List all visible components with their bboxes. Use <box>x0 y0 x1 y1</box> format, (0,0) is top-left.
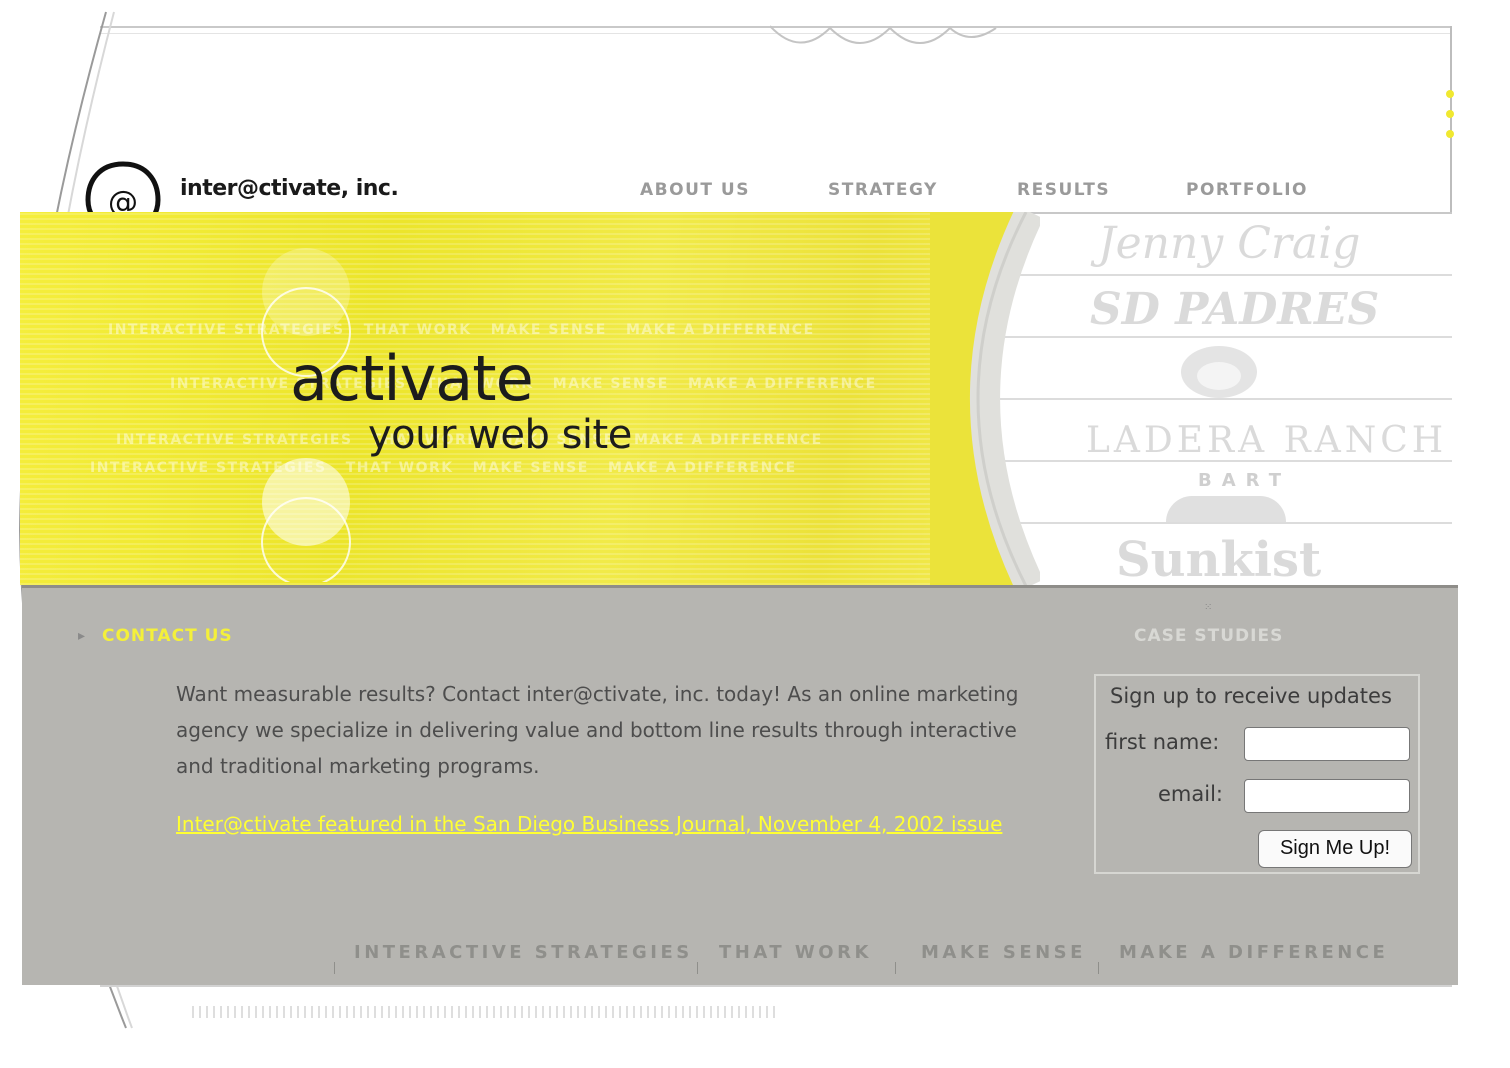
contact-arrow-icon: ▸ <box>78 628 86 644</box>
client-logo-jenny-craig: Jenny Craig <box>1098 218 1361 269</box>
sign-me-up-button[interactable]: Sign Me Up! <box>1258 830 1412 868</box>
contact-body-text: Want measurable results? Contact inter@c… <box>176 682 1019 778</box>
yellow-dots-decoration <box>1446 90 1454 138</box>
nav-strategy[interactable]: STRATEGY <box>828 180 938 200</box>
client-logo-bart: BART <box>1198 470 1291 491</box>
client-row[interactable]: Sunkist <box>990 524 1452 585</box>
hero-headline: activate <box>290 342 534 415</box>
hero-subheadline: your web site <box>368 412 632 458</box>
tagline-make-sense: MAKE SENSE <box>921 942 1086 963</box>
client-logo-ladera-ranch: LADERA RANCH <box>1086 420 1448 461</box>
tagline-separator <box>697 962 698 974</box>
first-name-field[interactable] <box>1244 727 1410 761</box>
hero-banner: INTERACTIVE STRATEGIES THAT WORK MAKE SE… <box>20 212 1030 585</box>
client-logo-emblem-icon <box>1181 346 1257 398</box>
tagline-separator <box>895 962 896 974</box>
hero-ghost-text-4: INTERACTIVE STRATEGIES THAT WORK MAKE SE… <box>90 460 797 476</box>
client-row[interactable]: Jenny Craig <box>990 214 1452 276</box>
contact-us-heading[interactable]: CONTACT US <box>102 626 233 646</box>
brand-name[interactable]: inter@ctivate, inc. <box>180 176 399 201</box>
first-name-label: first name: <box>1105 730 1220 754</box>
client-logo-bart-mark <box>1166 496 1286 522</box>
news-article-link[interactable]: Inter@ctivate featured in the San Diego … <box>176 806 1056 842</box>
client-row[interactable]: LADERA RANCH <box>990 400 1452 462</box>
case-studies-dots-icon: ⁙ <box>1204 602 1213 613</box>
client-row[interactable]: SD PADRES <box>990 276 1452 338</box>
client-logo-panel: Jenny Craig SD PADRES LADERA RANCH BART … <box>990 214 1452 585</box>
tagline-that-work: THAT WORK <box>719 942 872 963</box>
nav-results[interactable]: RESULTS <box>1017 180 1110 200</box>
signup-title: Sign up to receive updates <box>1110 684 1392 708</box>
nav-about-us[interactable]: ABOUT US <box>640 180 750 200</box>
case-studies-link[interactable]: CASE STUDIES <box>1134 626 1283 646</box>
email-field[interactable] <box>1244 779 1410 813</box>
bottom-tick-decoration <box>192 1006 776 1018</box>
hero-arc-divider <box>930 212 1040 586</box>
tagline-interactive-strategies: INTERACTIVE STRATEGIES <box>354 942 693 963</box>
client-row[interactable]: BART <box>990 462 1452 524</box>
top-notch-decoration <box>770 25 997 44</box>
contact-band-top-edge <box>22 585 1458 588</box>
tagline-separator <box>334 962 335 974</box>
client-logo-sunkist: Sunkist <box>1116 532 1322 585</box>
nav-portfolio[interactable]: PORTFOLIO <box>1186 180 1308 200</box>
hero-ghost-text-1: INTERACTIVE STRATEGIES THAT WORK MAKE SE… <box>108 322 815 338</box>
client-row[interactable] <box>990 338 1452 400</box>
email-label: email: <box>1158 782 1223 806</box>
tagline-separator <box>1098 962 1099 974</box>
bottom-frame-line <box>100 985 1452 987</box>
client-logo-padres: SD PADRES <box>1090 284 1380 335</box>
tagline-make-a-difference: MAKE A DIFFERENCE <box>1119 942 1389 963</box>
